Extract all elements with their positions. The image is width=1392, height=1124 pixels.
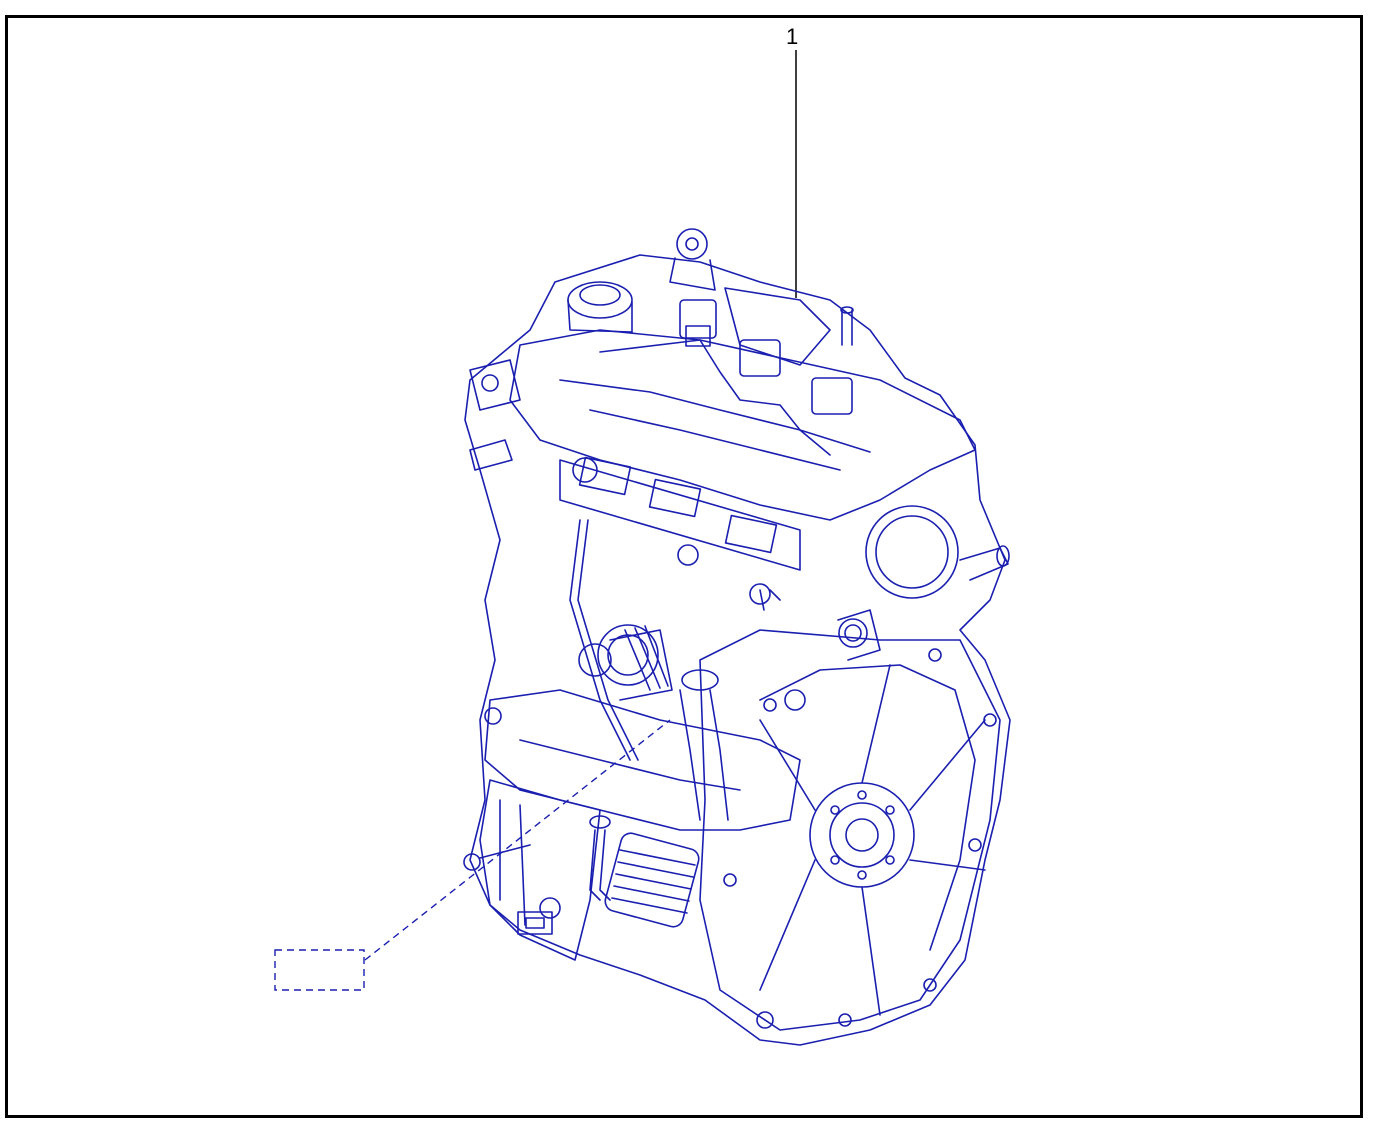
engine-assembly [463,228,1011,1046]
engine-illustration [274,50,1011,1046]
dashed-reference-leader [274,719,671,991]
dashed-label-box [274,949,365,991]
